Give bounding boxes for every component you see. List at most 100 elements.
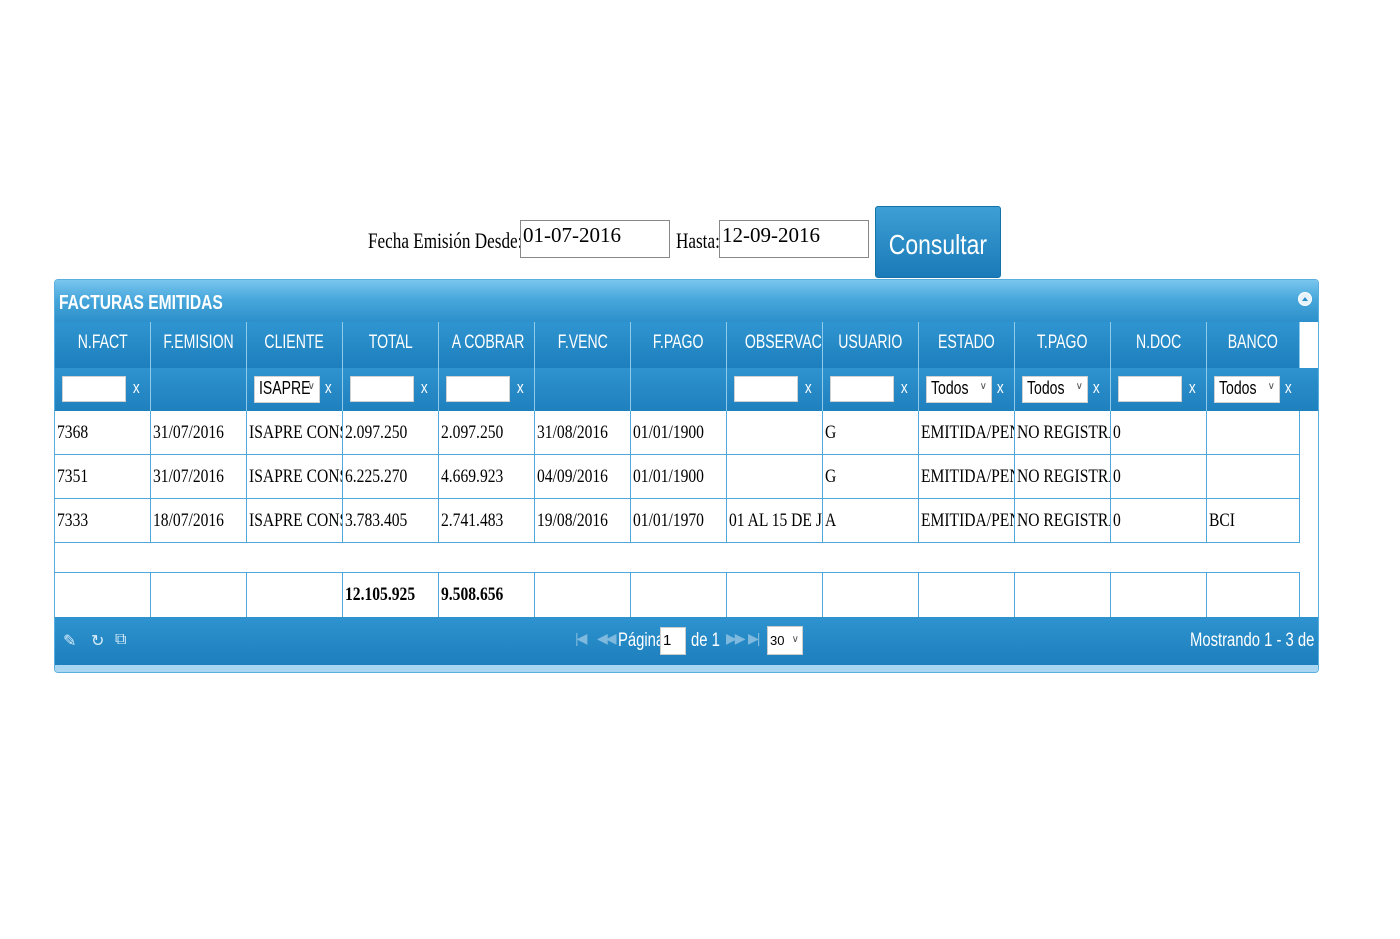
totals-cell-empty: [247, 573, 343, 617]
clear-filter-nfact[interactable]: x: [133, 378, 140, 398]
columns-icon[interactable]: ⧉: [115, 631, 126, 649]
cell-observacion: 01 AL 15 DE JULIO: [727, 499, 823, 542]
filter-cell-banco: Todos ∨ x: [1207, 368, 1318, 411]
next-page-icon[interactable]: ▶▶: [726, 630, 745, 647]
totals-cell-empty: [823, 573, 919, 617]
empty-row: [55, 543, 1300, 573]
filter-select-tpago[interactable]: Todos ∨: [1022, 376, 1088, 403]
clear-filter-total[interactable]: x: [421, 378, 428, 398]
grid-title: FACTURAS EMITIDAS: [59, 292, 223, 314]
filter-select-estado[interactable]: Todos ∨: [926, 376, 992, 403]
page-label: Página: [618, 630, 665, 651]
cell-usuario: G: [823, 411, 919, 454]
table-row[interactable]: 7368 31/07/2016 ISAPRE CONSALUD 2.097.25…: [55, 411, 1300, 455]
cell-tpago: NO REGISTRA: [1015, 499, 1111, 542]
cell-total: 6.225.270: [343, 455, 439, 498]
filter-select-cliente[interactable]: ISAPRE ∨: [254, 376, 320, 403]
col-header-ndoc[interactable]: N.DOC: [1111, 322, 1207, 368]
grid-bottom-strip: [55, 665, 1318, 672]
totals-row: 12.105.925 9.508.656: [55, 573, 1300, 617]
table-row[interactable]: 7351 31/07/2016 ISAPRE CONSALUD 6.225.27…: [55, 455, 1300, 499]
col-header-acobrar[interactable]: A COBRAR: [439, 322, 535, 368]
prev-page-icon[interactable]: ◀◀: [597, 630, 616, 647]
column-header-row: N.FACT F.EMISION CLIENTE TOTAL A COBRAR …: [55, 322, 1300, 368]
filter-input-nfact[interactable]: [62, 376, 126, 402]
cell-tpago: NO REGISTRA: [1015, 455, 1111, 498]
clear-filter-banco[interactable]: x: [1285, 378, 1292, 398]
col-header-total[interactable]: TOTAL: [343, 322, 439, 368]
filter-cell-femision: [151, 368, 247, 411]
cell-ndoc: 0: [1111, 411, 1207, 454]
record-info: Mostrando 1 - 3 de 3: [1190, 630, 1319, 651]
cell-cliente: ISAPRE CONSALUD: [247, 499, 343, 542]
cell-fpago: 01/01/1900: [631, 455, 727, 498]
filter-input-ndoc[interactable]: [1118, 376, 1182, 402]
first-page-icon[interactable]: |◀: [575, 630, 587, 647]
col-header-tpago[interactable]: T.PAGO: [1015, 322, 1111, 368]
hasta-label: Hasta:: [676, 228, 720, 253]
filter-input-observacion[interactable]: [734, 376, 798, 402]
consultar-button[interactable]: Consultar: [875, 206, 1001, 278]
refresh-icon[interactable]: ↻: [91, 631, 104, 651]
desde-date-input[interactable]: 01-07-2016: [520, 220, 670, 258]
col-header-usuario[interactable]: USUARIO: [823, 322, 919, 368]
chevron-down-icon: ∨: [1267, 381, 1275, 392]
clear-filter-tpago[interactable]: x: [1093, 378, 1100, 398]
grid-pager: ✎ ↻ ⧉ |◀ ◀◀ Página 1 de 1 ▶▶ ▶| 30 ∨ Most…: [55, 617, 1318, 665]
cell-nfact: 7351: [55, 455, 151, 498]
col-header-nfact[interactable]: N.FACT: [55, 322, 151, 368]
col-header-banco[interactable]: BANCO: [1207, 322, 1300, 368]
table-row[interactable]: 7333 18/07/2016 ISAPRE CONSALUD 3.783.40…: [55, 499, 1300, 543]
clear-filter-cliente[interactable]: x: [325, 378, 332, 398]
filter-cell-observacion: x: [727, 368, 823, 411]
col-header-femision[interactable]: F.EMISION: [151, 322, 247, 368]
cell-femision: 31/07/2016: [151, 455, 247, 498]
filter-cell-total: x: [343, 368, 439, 411]
filter-cell-tpago: Todos ∨ x: [1015, 368, 1111, 411]
clear-filter-ndoc[interactable]: x: [1189, 378, 1196, 398]
last-page-icon[interactable]: ▶|: [748, 630, 760, 647]
cell-cliente: ISAPRE CONSALUD: [247, 411, 343, 454]
clear-filter-usuario[interactable]: x: [901, 378, 908, 398]
filter-input-usuario[interactable]: [830, 376, 894, 402]
totals-cell-empty: [727, 573, 823, 617]
page-count-label: de 1: [691, 630, 720, 651]
filter-input-acobrar[interactable]: [446, 376, 510, 402]
hasta-date-input[interactable]: 12-09-2016: [719, 220, 869, 258]
total-sum-cell: 12.105.925: [343, 573, 439, 617]
page-number-input[interactable]: 1: [660, 627, 686, 655]
col-header-fvenc[interactable]: F.VENC: [535, 322, 631, 368]
clear-filter-estado[interactable]: x: [997, 378, 1004, 398]
filter-input-total[interactable]: [350, 376, 414, 402]
cell-estado: EMITIDA/PENDIENTE: [919, 411, 1015, 454]
cell-nfact: 7368: [55, 411, 151, 454]
col-header-fpago[interactable]: F.PAGO: [631, 322, 727, 368]
facturas-grid: FACTURAS EMITIDAS N.FACT F.EMISION CLIEN…: [54, 279, 1319, 673]
cell-estado: EMITIDA/PENDIENTE: [919, 455, 1015, 498]
filter-cell-acobrar: x: [439, 368, 535, 411]
col-header-estado[interactable]: ESTADO: [919, 322, 1015, 368]
filter-cell-estado: Todos ∨ x: [919, 368, 1015, 411]
rows-per-page-select[interactable]: 30 ∨: [767, 626, 803, 655]
cell-banco: [1207, 411, 1300, 454]
cell-acobrar: 2.741.483: [439, 499, 535, 542]
totals-cell-empty: [1207, 573, 1300, 617]
col-header-cliente[interactable]: CLIENTE: [247, 322, 343, 368]
cell-observacion: [727, 411, 823, 454]
clear-filter-acobrar[interactable]: x: [517, 378, 524, 398]
totals-cell-empty: [1015, 573, 1111, 617]
chevron-down-icon: ∨: [1075, 381, 1083, 392]
edit-icon[interactable]: ✎: [63, 631, 76, 651]
collapse-grid-icon[interactable]: [1298, 292, 1312, 306]
filter-cell-ndoc: x: [1111, 368, 1207, 411]
grid-caption: FACTURAS EMITIDAS: [55, 280, 1318, 322]
clear-filter-observacion[interactable]: x: [805, 378, 812, 398]
chevron-down-icon: ∨: [979, 381, 987, 392]
cell-tpago: NO REGISTRA: [1015, 411, 1111, 454]
filter-select-banco[interactable]: Todos ∨: [1214, 376, 1280, 403]
consultar-button-label: Consultar: [888, 229, 988, 260]
col-header-observacion[interactable]: OBSERVACION: [727, 322, 823, 368]
totals-cell-empty: [1111, 573, 1207, 617]
totals-cell-empty: [631, 573, 727, 617]
cell-banco: BCI: [1207, 499, 1300, 542]
